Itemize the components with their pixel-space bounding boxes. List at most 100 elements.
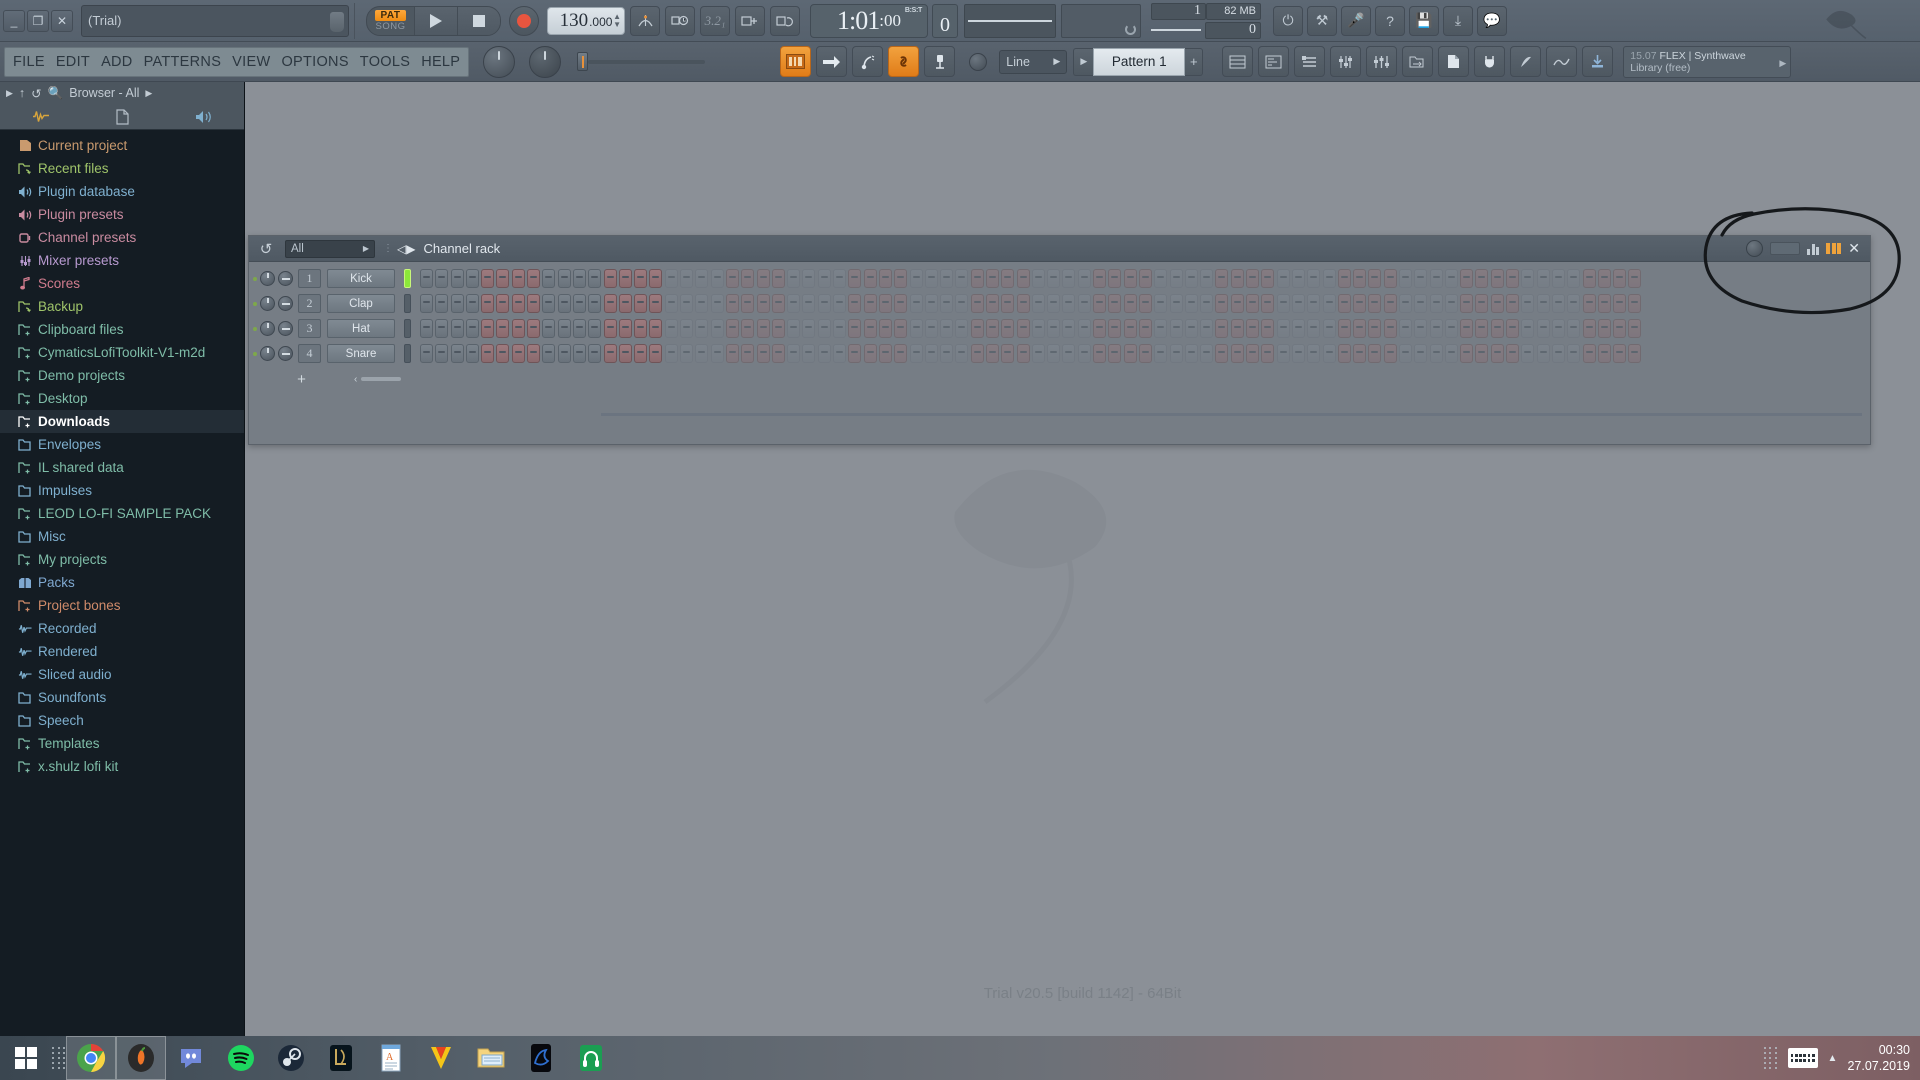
channel-row[interactable]: 3 Hat [249, 316, 1870, 341]
step-button[interactable] [1123, 344, 1137, 363]
step-button[interactable] [450, 319, 464, 338]
restore-button[interactable]: ❐ [27, 9, 49, 32]
step-button[interactable] [848, 344, 862, 363]
step-button[interactable] [435, 294, 449, 313]
step-button[interactable] [1475, 269, 1489, 288]
pan-knob[interactable] [260, 271, 275, 286]
taskbar-chrome-button[interactable] [66, 1036, 116, 1080]
step-button[interactable] [542, 344, 556, 363]
master-volume-knob[interactable] [483, 45, 516, 78]
step-button[interactable] [450, 344, 464, 363]
step-button[interactable] [1093, 344, 1107, 363]
step-button[interactable] [634, 269, 648, 288]
browser-item-demo-projects[interactable]: Demo projects [0, 364, 244, 387]
channel-name-button[interactable]: Hat [327, 319, 395, 338]
step-button[interactable] [1138, 269, 1152, 288]
step-button[interactable] [1230, 269, 1244, 288]
taskbar-vegas-button[interactable] [416, 1036, 466, 1080]
taskbar-explorer-button[interactable] [466, 1036, 516, 1080]
step-button[interactable] [710, 319, 724, 338]
pan-knob[interactable] [260, 296, 275, 311]
step-button[interactable] [1291, 269, 1305, 288]
step-button[interactable] [1291, 344, 1305, 363]
step-button[interactable] [1337, 319, 1351, 338]
step-button[interactable] [588, 269, 602, 288]
step-button[interactable] [1322, 269, 1336, 288]
step-button[interactable] [680, 269, 694, 288]
step-button[interactable] [756, 269, 770, 288]
step-button[interactable] [572, 344, 586, 363]
master-pitch-knob-2[interactable] [529, 45, 562, 78]
step-button[interactable] [1551, 294, 1565, 313]
step-button[interactable] [1001, 319, 1015, 338]
channel-rack-window[interactable]: ↺ All ▶ ⋮ ◁▶ Channel rack ✕ 1 Kick 2 Clap 3 H… [248, 235, 1871, 445]
step-button[interactable] [1597, 344, 1611, 363]
browser-item-sliced-audio[interactable]: Sliced audio [0, 663, 244, 686]
step-sequencer-row[interactable] [420, 294, 1642, 313]
step-button[interactable] [1200, 294, 1214, 313]
step-button[interactable] [572, 269, 586, 288]
browser-item-clipboard-files[interactable]: Clipboard files [0, 318, 244, 341]
step-button[interactable] [465, 344, 479, 363]
mixer-faders-button[interactable] [1366, 46, 1398, 77]
step-button[interactable] [1169, 269, 1183, 288]
step-button[interactable] [1399, 294, 1412, 313]
step-button[interactable] [1016, 344, 1030, 363]
step-button[interactable] [649, 294, 663, 313]
step-button[interactable] [1016, 319, 1030, 338]
step-button[interactable] [542, 294, 556, 313]
channel-number[interactable]: 1 [298, 269, 321, 288]
plugin-picker-button[interactable] [1474, 46, 1506, 77]
taskbar-wordpad-button[interactable]: A [366, 1036, 416, 1080]
step-button[interactable] [1123, 294, 1137, 313]
step-button[interactable] [787, 344, 801, 363]
step-button[interactable] [542, 269, 556, 288]
step-button[interactable] [1307, 319, 1321, 338]
mixer-window-button[interactable] [1330, 46, 1362, 77]
channel-name-button[interactable]: Kick [327, 269, 395, 288]
step-button[interactable] [817, 319, 831, 338]
step-button[interactable] [1353, 344, 1367, 363]
step-button[interactable] [771, 269, 785, 288]
horizontal-scrollbar[interactable] [361, 377, 402, 381]
menu-options[interactable]: OPTIONS [281, 54, 348, 70]
step-sequencer-button[interactable] [816, 46, 848, 77]
step-button[interactable] [802, 269, 816, 288]
step-button[interactable] [649, 319, 663, 338]
step-button[interactable] [894, 344, 908, 363]
help-button[interactable]: ? [1375, 5, 1405, 36]
step-button[interactable] [1567, 294, 1581, 313]
step-button[interactable] [1215, 319, 1229, 338]
step-button[interactable] [1215, 344, 1229, 363]
step-button[interactable] [1001, 294, 1015, 313]
step-button[interactable] [924, 344, 938, 363]
step-button[interactable] [1490, 319, 1504, 338]
step-button[interactable] [924, 294, 938, 313]
master-pitch-knob[interactable] [330, 11, 344, 32]
step-button[interactable] [985, 319, 999, 338]
step-button[interactable] [1246, 319, 1260, 338]
taskbar-discord-button[interactable] [166, 1036, 216, 1080]
browser-item-current-project[interactable]: Current project [0, 134, 244, 157]
step-button[interactable] [1444, 344, 1458, 363]
step-button[interactable] [1521, 319, 1535, 338]
step-button[interactable] [1276, 294, 1290, 313]
step-button[interactable] [1047, 344, 1061, 363]
effects-button[interactable] [1546, 46, 1578, 77]
step-button[interactable] [511, 344, 525, 363]
step-button[interactable] [833, 344, 847, 363]
step-button[interactable] [1551, 269, 1565, 288]
taskbar-league-button[interactable] [316, 1036, 366, 1080]
step-button[interactable] [1031, 269, 1045, 288]
browser-button[interactable] [1402, 46, 1434, 77]
taskbar-grip[interactable] [52, 1043, 66, 1073]
step-button[interactable] [1169, 344, 1183, 363]
step-button[interactable] [970, 344, 984, 363]
step-button[interactable] [710, 294, 724, 313]
step-button[interactable] [955, 294, 969, 313]
step-button[interactable] [557, 344, 571, 363]
arrow-up-icon[interactable]: ↑ [19, 86, 25, 100]
step-button[interactable] [1062, 344, 1076, 363]
step-button[interactable] [1108, 269, 1122, 288]
step-button[interactable] [710, 269, 724, 288]
